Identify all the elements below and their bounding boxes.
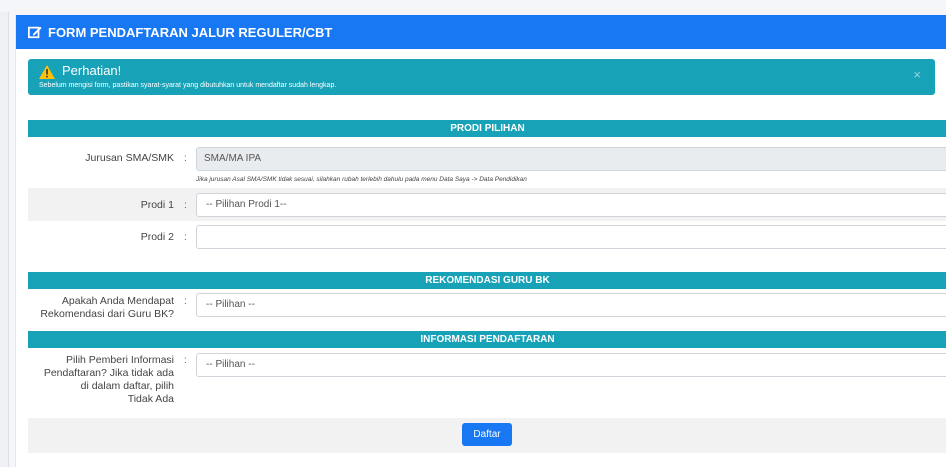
jurusan-value: SMA/MA IPA xyxy=(204,153,262,164)
informasi-label-1: Pilih Pemberi Informasi xyxy=(66,354,174,366)
informasi-colon: : xyxy=(184,354,187,366)
prodi2-label: Prodi 2 xyxy=(140,231,174,243)
informasi-label-2: Pendaftaran? Jika tidak ada xyxy=(43,367,174,379)
page: FORM PENDAFTARAN JALUR REGULER/CBT Perha… xyxy=(0,0,946,467)
prodi2-select[interactable]: ⌄ xyxy=(196,225,946,249)
jurusan-hint: Jika jurusan Asal SMA/SMK tidak sesuai, … xyxy=(196,176,527,183)
jurusan-colon: : xyxy=(184,152,187,164)
alert-message: Sebelum mengisi form, pastikan syarat-sy… xyxy=(39,82,337,89)
rekomendasi-value: -- Pilihan -- xyxy=(206,299,255,310)
informasi-value: -- Pilihan -- xyxy=(206,359,255,370)
prodi2-colon: : xyxy=(184,231,187,243)
rekomendasi-label-1: Apakah Anda Mendapat xyxy=(61,295,174,307)
close-icon[interactable]: × xyxy=(913,67,921,82)
registration-card: FORM PENDAFTARAN JALUR REGULER/CBT Perha… xyxy=(15,15,946,467)
prodi1-value: -- Pilihan Prodi 1-- xyxy=(206,199,287,210)
prodi1-label: Prodi 1 xyxy=(140,199,174,211)
jurusan-field: SMA/MA IPA xyxy=(196,147,946,171)
edit-icon xyxy=(28,26,42,39)
rekomendasi-colon: : xyxy=(184,295,187,307)
prodi1-colon: : xyxy=(184,199,187,211)
section-informasi: INFORMASI PENDAFTARAN xyxy=(28,331,946,348)
card-header: FORM PENDAFTARAN JALUR REGULER/CBT xyxy=(16,15,946,49)
rekomendasi-select[interactable]: -- Pilihan -- ⌄ xyxy=(196,293,946,317)
section-rekomendasi: REKOMENDASI GURU BK xyxy=(28,272,946,289)
card-title: FORM PENDAFTARAN JALUR REGULER/CBT xyxy=(48,24,333,40)
informasi-select[interactable]: -- Pilihan -- ⌄ xyxy=(196,353,946,377)
rekomendasi-label-2: Rekomendasi dari Guru BK? xyxy=(40,308,174,320)
jurusan-label: Jurusan SMA/SMK xyxy=(85,152,174,164)
section-prodi-pilihan: PRODI PILIHAN xyxy=(28,120,946,137)
prodi1-select[interactable]: -- Pilihan Prodi 1-- ⌄ xyxy=(196,193,946,217)
daftar-button[interactable]: Daftar xyxy=(462,423,512,446)
informasi-label-4: Tidak Ada xyxy=(127,393,174,405)
alert-title: Perhatian! xyxy=(62,63,122,78)
warning-alert: Perhatian! Sebelum mengisi form, pastika… xyxy=(28,59,935,95)
warning-icon xyxy=(39,65,55,79)
informasi-label-3: di dalam daftar, pilih xyxy=(80,380,174,392)
sidebar-edge xyxy=(0,12,9,467)
